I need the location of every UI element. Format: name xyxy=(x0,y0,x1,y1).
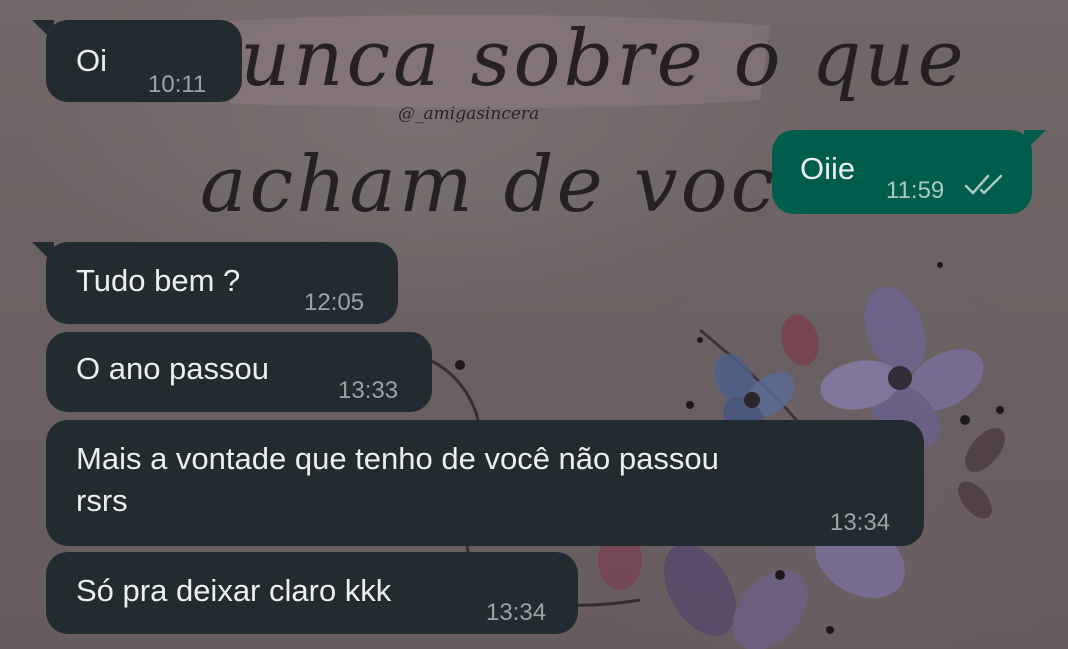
message-time: 13:34 xyxy=(830,509,891,536)
message-bubble-incoming[interactable]: Mais a vontade que tenho de você não pas… xyxy=(46,420,924,546)
wallpaper-quote-line1: unca sobre o que xyxy=(240,14,967,104)
bubble-tail xyxy=(1024,130,1046,152)
message-bubble-incoming[interactable]: O ano passou 13:33 xyxy=(46,332,432,412)
message-bubble-incoming[interactable]: Oi 10:11 xyxy=(32,20,242,102)
message-bubble-incoming[interactable]: Tudo bem ? 12:05 xyxy=(32,242,398,324)
bubble-tail xyxy=(32,242,54,264)
message-time: 12:05 xyxy=(304,289,365,316)
message-time: 10:11 xyxy=(148,71,207,98)
bubble-tail xyxy=(32,20,54,42)
wallpaper-quote-line2: acham de você xyxy=(200,140,827,230)
message-text-line: rsrs xyxy=(76,483,128,518)
message-text: Só pra deixar claro kkk xyxy=(76,573,392,608)
wallpaper-handle: @_amigasincera xyxy=(398,104,540,124)
message-text: Oi xyxy=(76,43,107,78)
message-bubble-incoming[interactable]: Só pra deixar claro kkk 13:34 xyxy=(46,552,578,634)
message-text: Tudo bem ? xyxy=(76,263,241,298)
message-text: Oiie xyxy=(800,151,856,186)
message-time: 13:33 xyxy=(338,377,399,404)
message-time: 13:34 xyxy=(486,599,547,626)
message-text: O ano passou xyxy=(76,351,270,386)
message-text-line: Mais a vontade que tenho de você não pas… xyxy=(76,441,719,476)
message-bubble-outgoing[interactable]: Oiie 11:59 xyxy=(772,130,1046,214)
read-ticks-icon xyxy=(964,174,1003,195)
message-time: 11:59 xyxy=(886,177,945,204)
